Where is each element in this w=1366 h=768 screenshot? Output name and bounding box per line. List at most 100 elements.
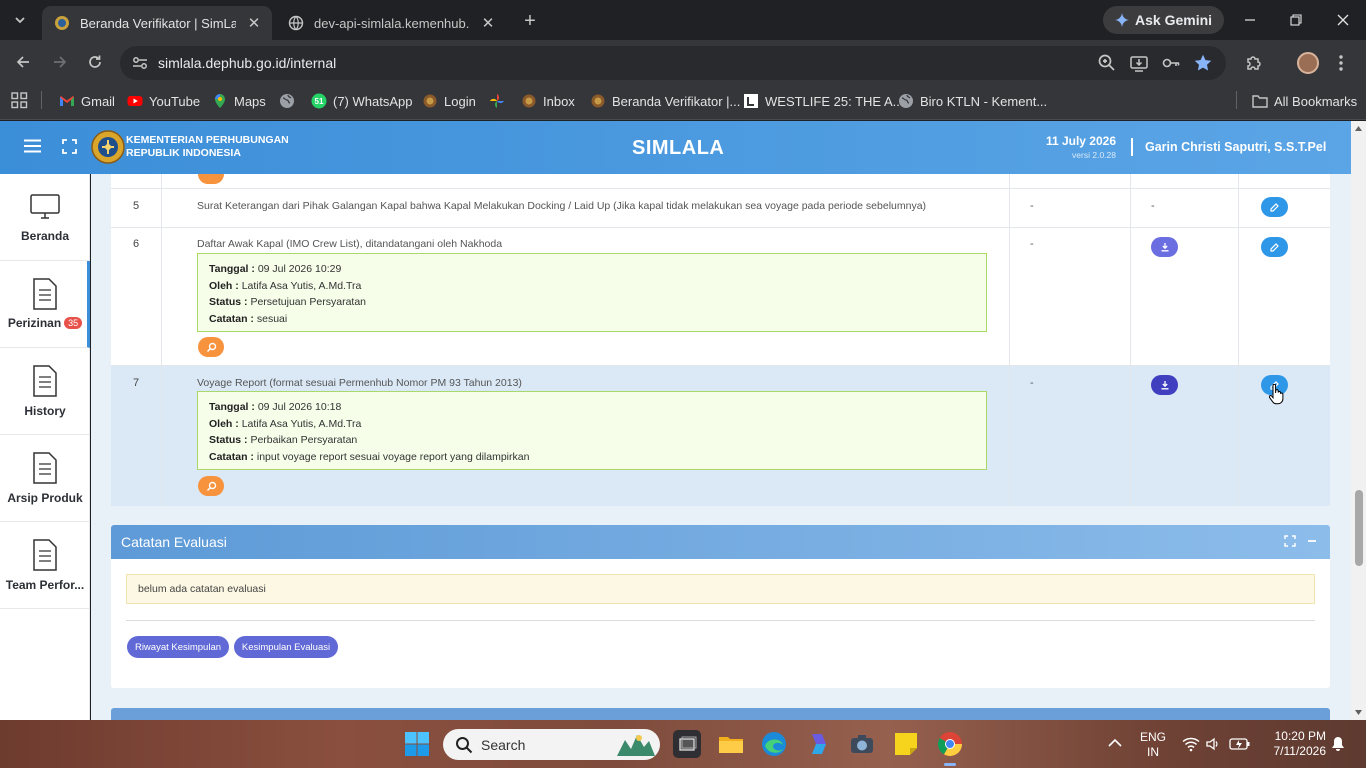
bookmark-pinwheel[interactable]: [489, 92, 505, 110]
new-tab-button[interactable]: +: [518, 9, 542, 33]
user-name[interactable]: Garin Christi Saputri, S.S.T.Pel: [1145, 140, 1326, 154]
page-scrollbar[interactable]: [1351, 121, 1366, 720]
apps-grid-icon[interactable]: [11, 92, 28, 109]
language-indicator[interactable]: ENG IN: [1138, 730, 1168, 760]
browser-tab-strip: Beranda Verifikator | SimLala ✕ dev-api-…: [0, 0, 1366, 40]
ask-gemini-button[interactable]: Ask Gemini: [1103, 6, 1225, 34]
zoom-icon[interactable]: [1097, 53, 1117, 73]
ministry-name: KEMENTERIAN PERHUBUNGAN REPUBLIK INDONES…: [126, 134, 289, 159]
windows-start-icon[interactable]: [404, 731, 430, 757]
edit-button[interactable]: [1261, 197, 1288, 217]
bookmark-inbox[interactable]: Inbox: [521, 92, 575, 110]
note-comment: sesuai: [256, 312, 288, 325]
bookmark-whatsapp[interactable]: 51 (7) WhatsApp: [311, 92, 412, 110]
sidebar-item-beranda[interactable]: Beranda: [0, 174, 90, 261]
bookmark-beranda-verifikator[interactable]: Beranda Verifikator |...: [590, 92, 740, 110]
tab-search-button[interactable]: [8, 8, 32, 32]
back-button[interactable]: [11, 50, 35, 74]
bookmark-globe[interactable]: [279, 92, 295, 110]
close-tab-icon[interactable]: ✕: [244, 13, 264, 33]
sidebar-item-history[interactable]: History: [0, 348, 90, 435]
folder-icon: [1252, 95, 1268, 108]
view-history-button[interactable]: [198, 337, 224, 357]
volume-icon[interactable]: [1205, 736, 1221, 752]
edit-button[interactable]: [1261, 237, 1288, 257]
site-settings-icon[interactable]: [131, 54, 149, 72]
sidebar-item-team-performance[interactable]: Team Perfor...: [0, 522, 90, 609]
close-window-button[interactable]: [1331, 8, 1355, 32]
verification-note: Tanggal : 09 Jul 2026 10:18 Oleh : Latif…: [197, 391, 987, 470]
wifi-icon[interactable]: [1182, 736, 1200, 752]
restore-window-button[interactable]: [1284, 8, 1308, 32]
mouse-cursor-hand-icon: [1269, 384, 1284, 405]
note-label: Catatan :: [209, 312, 254, 325]
minimize-window-button[interactable]: [1238, 8, 1262, 32]
language-line1: ENG: [1139, 730, 1166, 744]
url-text[interactable]: simlala.dephub.go.id/internal: [158, 55, 336, 71]
bookmark-westlife[interactable]: WESTLIFE 25: THE A...: [743, 92, 903, 110]
battery-charging-icon[interactable]: [1229, 736, 1251, 752]
site-icon: [591, 94, 605, 108]
table-row: 7 Voyage Report (format sesuai Permenhub…: [111, 366, 1330, 506]
download-button[interactable]: [1151, 375, 1178, 395]
bookmark-maps[interactable]: Maps: [212, 92, 266, 110]
install-app-icon[interactable]: [1129, 53, 1149, 73]
bookmark-gmail[interactable]: Gmail: [59, 92, 115, 110]
maximize-card-icon[interactable]: [1284, 535, 1296, 547]
scrollbar-thumb[interactable]: [1355, 490, 1363, 566]
ministry-line2: REPUBLIK INDONESIA: [126, 146, 241, 159]
scroll-down-arrow-icon[interactable]: [1354, 709, 1363, 716]
bookmark-star-icon[interactable]: [1193, 53, 1213, 73]
more-menu-icon[interactable]: [1331, 53, 1351, 73]
all-bookmarks-button[interactable]: All Bookmarks: [1252, 92, 1357, 110]
zoom-button[interactable]: [198, 174, 224, 184]
file-explorer-icon[interactable]: [717, 730, 745, 758]
view-history-button[interactable]: [198, 476, 224, 496]
reload-button[interactable]: [83, 50, 107, 74]
requirements-table: 5 Surat Keterangan dari Pihak Galangan K…: [111, 174, 1330, 506]
password-key-icon[interactable]: [1161, 53, 1181, 73]
forward-button[interactable]: [48, 50, 72, 74]
edge-browser-icon[interactable]: [760, 730, 788, 758]
sticky-notes-icon[interactable]: [892, 730, 920, 758]
sidebar-item-label: Beranda: [20, 229, 70, 243]
chevron-up-icon[interactable]: [1108, 738, 1122, 748]
status-value: -: [1030, 200, 1034, 212]
svg-text:51: 51: [315, 97, 324, 106]
monitor-icon: [30, 194, 60, 219]
scroll-up-arrow-icon[interactable]: [1354, 125, 1363, 132]
sidebar-item-perizinan[interactable]: Perizinan 35: [0, 261, 90, 348]
kesimpulan-evaluasi-button[interactable]: Kesimpulan Evaluasi: [234, 636, 338, 658]
clock-time: 10:20 PM: [1274, 729, 1326, 743]
profile-avatar[interactable]: [1297, 52, 1319, 74]
folder-icon: [719, 737, 743, 753]
fullscreen-icon[interactable]: [62, 139, 77, 154]
note-author: Latifa Asa Yutis, A.Md.Tra: [241, 279, 362, 292]
notification-bell-icon[interactable]: [1331, 736, 1345, 752]
bookmark-login[interactable]: Login: [422, 92, 476, 110]
tab-simlala[interactable]: Beranda Verifikator | SimLala ✕: [42, 6, 272, 40]
task-view-icon[interactable]: [673, 730, 701, 758]
collapse-card-icon[interactable]: [1306, 535, 1318, 547]
column-divider: [161, 174, 162, 506]
bookmark-biro-ktln[interactable]: Biro KTLN - Kement...: [898, 92, 1047, 110]
bookmark-youtube[interactable]: YouTube: [127, 92, 200, 110]
note-status: Persetujuan Persyaratan: [250, 296, 367, 308]
system-clock[interactable]: 10:20 PM 7/11/2026: [1262, 729, 1327, 759]
download-button[interactable]: [1151, 237, 1178, 257]
tab-dev-api[interactable]: dev-api-simlala.kemenhub.go.id ✕: [276, 6, 506, 40]
copilot-icon[interactable]: [804, 730, 832, 758]
sidebar-item-arsip-produk[interactable]: Arsip Produk: [0, 435, 90, 522]
status-value: -: [1030, 377, 1034, 389]
extensions-puzzle-icon[interactable]: [1244, 53, 1264, 73]
riwayat-kesimpulan-button[interactable]: Riwayat Kesimpulan: [127, 636, 229, 658]
taskbar-search-box[interactable]: Search: [443, 729, 660, 760]
hamburger-menu-icon[interactable]: [24, 139, 41, 153]
copilot-glyph-icon: [812, 734, 826, 754]
document-icon: [33, 365, 57, 397]
chrome-browser-icon[interactable]: [936, 730, 964, 758]
search-icon: [206, 342, 216, 352]
sidebar-item-label: History: [24, 404, 66, 418]
close-tab-icon[interactable]: ✕: [478, 13, 498, 33]
camera-app-icon[interactable]: [848, 730, 876, 758]
